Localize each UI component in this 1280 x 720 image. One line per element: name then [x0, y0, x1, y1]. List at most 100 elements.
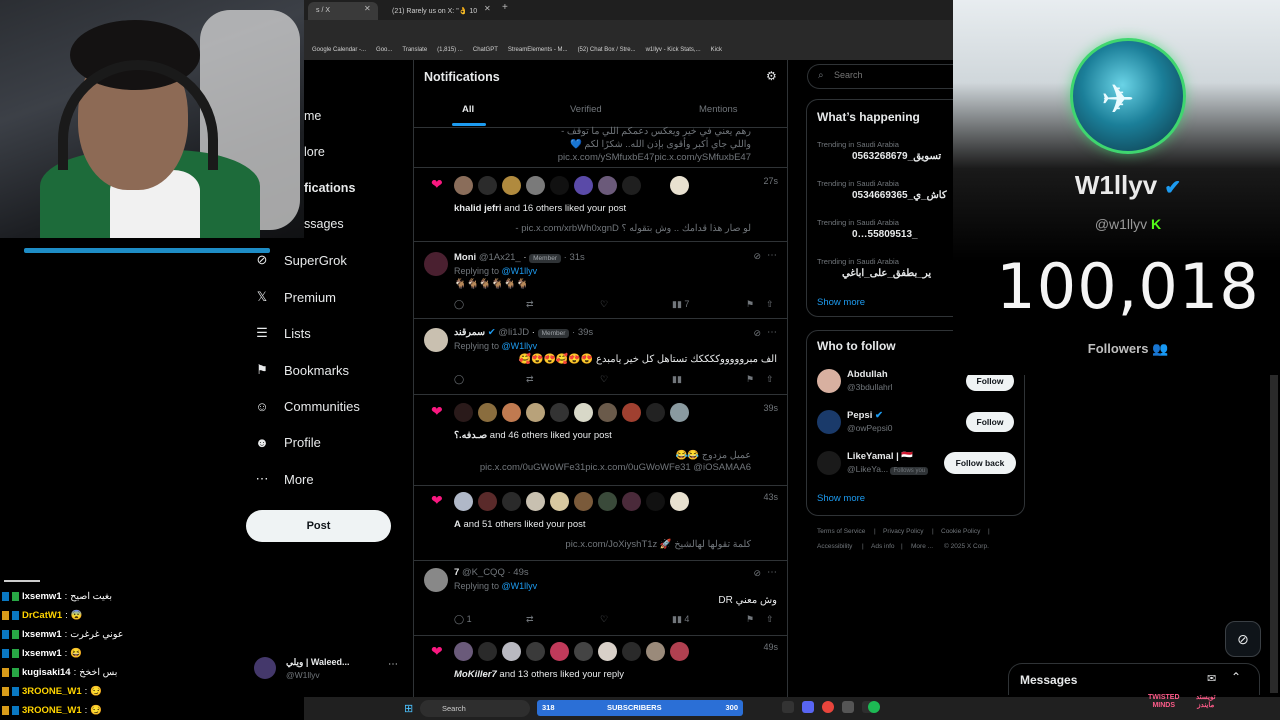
retweet-icon[interactable]: ⇄: [526, 614, 534, 625]
quoted-link[interactable]: pic.x.com/0uGWoWFe31pic.x.com/0uGWoWFe31…: [480, 462, 751, 473]
windows-start-icon[interactable]: ⊞: [404, 702, 413, 715]
avatar[interactable]: [622, 176, 641, 195]
avatar[interactable]: [502, 492, 521, 511]
bookmark-icon[interactable]: ⚑: [746, 299, 754, 310]
retweet-icon[interactable]: ⇄: [526, 374, 534, 385]
avatar[interactable]: [574, 492, 593, 511]
avatar[interactable]: [646, 642, 665, 661]
author-name[interactable]: Moni: [454, 252, 476, 263]
bookmark[interactable]: Translate: [402, 47, 427, 53]
mention-link[interactable]: @W1llyv: [502, 581, 538, 591]
reply-notification[interactable]: سمرقند ✔ @li1JD · Member · 39s ⊘ ⋯ Reply…: [414, 319, 787, 395]
follow-suggestion-name[interactable]: Pepsi ✔: [847, 410, 883, 421]
chrome-icon[interactable]: [822, 701, 834, 713]
avatar[interactable]: [817, 451, 841, 475]
quoted-link[interactable]: pic.x.com/ySMfuxbE47pic.x.com/ySMfuxbE47: [558, 152, 751, 163]
bookmark-icon[interactable]: ⚑: [746, 614, 754, 625]
discord-icon[interactable]: [802, 701, 814, 713]
new-tab-icon[interactable]: +: [502, 2, 508, 13]
avatar[interactable]: [598, 492, 617, 511]
avatar[interactable]: [598, 403, 617, 422]
avatar[interactable]: [526, 403, 545, 422]
avatar[interactable]: [478, 403, 497, 422]
avatar[interactable]: [502, 403, 521, 422]
bookmark[interactable]: (1,815) ...: [437, 47, 463, 53]
avatar[interactable]: [424, 568, 448, 592]
tab-mentions[interactable]: Mentions: [699, 104, 738, 115]
footer-link[interactable]: More ...: [911, 543, 933, 550]
share-icon[interactable]: ⇧: [766, 299, 774, 310]
avatar[interactable]: [526, 492, 545, 511]
avatar[interactable]: [424, 252, 448, 276]
bookmark[interactable]: StreamElements - M...: [508, 47, 568, 53]
more-icon[interactable]: ⋯: [767, 327, 777, 338]
avatar[interactable]: [454, 642, 473, 661]
nav-item-communities[interactable]: ☺ Communities: [254, 394, 360, 418]
compose-message-icon[interactable]: ✉: [1207, 672, 1216, 685]
search-input[interactable]: [834, 70, 944, 80]
reply-icon[interactable]: ◯: [454, 374, 464, 385]
follow-suggestion-name[interactable]: LikeYamal | 🇾🇪: [847, 451, 913, 462]
avatar[interactable]: [550, 492, 569, 511]
follow-button[interactable]: Follow: [966, 412, 1014, 432]
trend-item[interactable]: 0…55809513_: [852, 229, 918, 240]
avatar[interactable]: [670, 642, 689, 661]
trend-item[interactable]: 0534669365_كاش_ي: [852, 190, 947, 201]
close-tab-icon[interactable]: ✕: [364, 4, 371, 13]
avatar[interactable]: [526, 642, 545, 661]
account-switcher[interactable]: ويلي | Waleed... @W1llyv ⋯: [254, 655, 404, 685]
avatar[interactable]: [646, 176, 665, 195]
bookmark[interactable]: Goo...: [376, 47, 392, 53]
avatar[interactable]: [670, 176, 689, 195]
grok-icon[interactable]: ⊘: [753, 328, 761, 339]
grok-icon[interactable]: ⊘: [753, 568, 761, 579]
avatar[interactable]: [454, 176, 473, 195]
footer-link[interactable]: Terms of Service: [817, 528, 865, 535]
avatar[interactable]: [598, 176, 617, 195]
avatar[interactable]: [454, 403, 473, 422]
nav-item-supergrok[interactable]: ⊘ SuperGrok: [254, 248, 347, 272]
avatar[interactable]: [670, 492, 689, 511]
author-name[interactable]: 7: [454, 567, 459, 578]
reply-icon[interactable]: ◯: [454, 299, 464, 310]
post-button[interactable]: Post: [246, 510, 391, 542]
browser-tab[interactable]: (21) Rarely us on X: "👌 10: [384, 2, 484, 20]
app-icon[interactable]: [782, 701, 794, 713]
retweet-icon[interactable]: ⇄: [526, 299, 534, 310]
nav-item-notifications[interactable]: fications: [304, 181, 355, 195]
grok-floating-button[interactable]: ⊘: [1225, 621, 1261, 657]
follow-suggestion-name[interactable]: Abdullah: [847, 369, 888, 380]
gear-icon[interactable]: ⚙: [766, 69, 777, 83]
views-icon[interactable]: ▮▮ 7: [672, 299, 689, 310]
nav-item-profile[interactable]: ☻ Profile: [254, 430, 321, 454]
avatar[interactable]: [598, 642, 617, 661]
scrollbar[interactable]: [1270, 375, 1278, 693]
views-icon[interactable]: ▮▮ 4: [672, 614, 689, 625]
nav-item-more[interactable]: ⋯ More: [254, 467, 314, 491]
avatar[interactable]: [550, 176, 569, 195]
avatar[interactable]: [478, 492, 497, 511]
nav-item-premium[interactable]: 𝕏 Premium: [254, 285, 336, 309]
avatar[interactable]: [574, 403, 593, 422]
more-icon[interactable]: ⋯: [767, 250, 777, 261]
avatar[interactable]: [502, 642, 521, 661]
nav-item-explore[interactable]: lore: [304, 145, 325, 159]
search-box[interactable]: ⌕: [807, 64, 953, 89]
liker-name[interactable]: صـدفه.؟: [454, 430, 487, 441]
footer-link[interactable]: Ads info: [871, 543, 895, 550]
footer-link[interactable]: Accessibility: [817, 543, 852, 550]
bookmark[interactable]: (52) Chat Box / Stre...: [578, 47, 636, 53]
avatar[interactable]: [622, 642, 641, 661]
bookmark[interactable]: ChatGPT: [473, 47, 498, 53]
share-icon[interactable]: ⇧: [766, 374, 774, 385]
notification-row[interactable]: رهم يعني في خير ويعكس دعمكم اللي ما توقف…: [414, 126, 787, 168]
bookmark[interactable]: Kick: [711, 47, 722, 53]
more-icon[interactable]: ⋯: [767, 567, 777, 578]
follow-back-button[interactable]: Follow back: [944, 452, 1016, 474]
avatar[interactable]: [454, 492, 473, 511]
trend-item[interactable]: 0563268679_تسويق: [852, 151, 941, 162]
bookmark[interactable]: w1llyv - Kick Stats,...: [646, 47, 701, 53]
spotify-icon[interactable]: [868, 701, 880, 713]
footer-link[interactable]: Cookie Policy: [941, 528, 980, 535]
reply-notification[interactable]: 7 @K_CQQ · 49s ⊘ ⋯ Replying to @W1llyv و…: [414, 561, 787, 636]
